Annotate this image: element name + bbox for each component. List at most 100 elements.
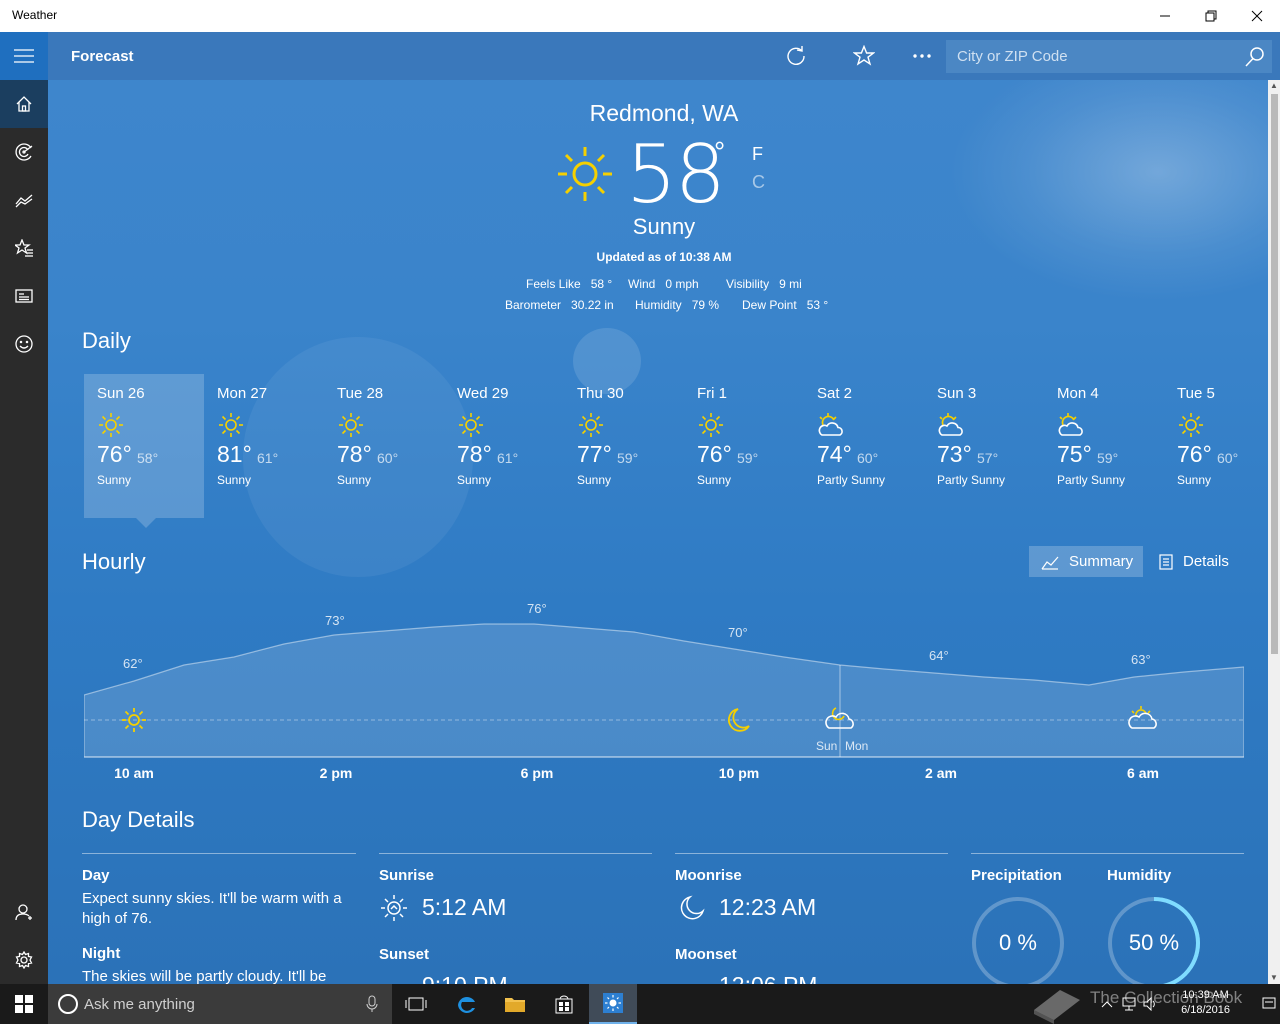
nav-account[interactable] bbox=[0, 888, 48, 936]
day-name: Wed 29 bbox=[457, 385, 509, 402]
precipitation-label: Precipitation bbox=[971, 867, 1062, 884]
close-icon bbox=[1251, 10, 1263, 22]
humidity-label: Humidity bbox=[1107, 867, 1172, 884]
nav-forecast[interactable] bbox=[0, 80, 48, 128]
sun-icon bbox=[558, 147, 612, 201]
humidity-value: 50 % bbox=[1128, 930, 1180, 955]
restore-button[interactable] bbox=[1188, 0, 1234, 32]
night-label: Night bbox=[82, 945, 121, 962]
day-condition: Sunny bbox=[1177, 473, 1212, 487]
temperature-area bbox=[84, 623, 1244, 758]
day-details-title: Day Details bbox=[82, 807, 195, 832]
action-center-button[interactable] bbox=[1258, 984, 1280, 1024]
left-navigation bbox=[0, 32, 48, 984]
close-button[interactable] bbox=[1234, 0, 1280, 32]
task-view-button[interactable] bbox=[392, 984, 440, 1024]
hamburger-menu-button[interactable] bbox=[0, 32, 48, 80]
sunset-label: Sunset bbox=[379, 946, 430, 963]
daily-card[interactable]: Fri 1 76° 59° Sunny bbox=[684, 374, 804, 518]
details-toggle[interactable]: Details bbox=[1147, 546, 1243, 577]
day-high: 77° bbox=[577, 441, 612, 467]
daily-card[interactable]: Sun 3 73° 57° Partly Sunny bbox=[924, 374, 1044, 518]
volume-button[interactable] bbox=[1140, 984, 1162, 1024]
summary-toggle[interactable]: Summary bbox=[1029, 546, 1143, 577]
day-high: 76° bbox=[97, 441, 132, 467]
nav-places[interactable] bbox=[0, 224, 48, 272]
microphone-icon[interactable] bbox=[366, 995, 378, 1013]
smiley-icon bbox=[15, 335, 33, 353]
daily-card[interactable]: Tue 28 78° 60° Sunny bbox=[324, 374, 444, 518]
nav-historical-weather[interactable] bbox=[0, 176, 48, 224]
day-high: 78° bbox=[457, 441, 492, 467]
precipitation-value: 0 % bbox=[999, 930, 1037, 955]
partly-sunny-icon bbox=[1057, 411, 1085, 444]
vertical-scrollbar[interactable]: ▲ ▼ bbox=[1268, 80, 1280, 984]
daily-card[interactable]: Sat 2 74° 60° Partly Sunny bbox=[804, 374, 924, 518]
clock-time: 10:39 AM bbox=[1182, 989, 1229, 1001]
weather-app-button[interactable] bbox=[589, 984, 637, 1024]
hourly-temp-label: 73° bbox=[325, 613, 345, 628]
minimize-button[interactable] bbox=[1142, 0, 1188, 32]
cortana-search[interactable]: Ask me anything bbox=[48, 984, 392, 1024]
search-button[interactable] bbox=[1244, 46, 1266, 73]
cortana-placeholder: Ask me anything bbox=[84, 996, 195, 1013]
folder-icon bbox=[505, 998, 525, 1012]
search-input[interactable] bbox=[946, 40, 1236, 73]
main-content: Forecast Redmond, WA 58 ° F C Sunny U bbox=[48, 32, 1280, 984]
day-high: 73° bbox=[937, 441, 972, 467]
cortana-icon bbox=[58, 994, 78, 1014]
show-hidden-icons-button[interactable] bbox=[1096, 984, 1118, 1024]
daily-card[interactable]: Sun 26 76° 58° Sunny bbox=[84, 374, 204, 528]
day-high: 76° bbox=[697, 441, 732, 467]
more-button[interactable] bbox=[910, 44, 934, 68]
edge-browser-button[interactable] bbox=[442, 984, 490, 1024]
day-low: 60° bbox=[1217, 450, 1239, 466]
sun-icon bbox=[1177, 411, 1205, 444]
start-button[interactable] bbox=[0, 984, 48, 1024]
moonrise-icon bbox=[680, 895, 705, 920]
unit-fahrenheit[interactable]: F bbox=[752, 144, 763, 165]
hourly-title: Hourly bbox=[82, 549, 146, 574]
network-icon bbox=[1122, 997, 1136, 1011]
nav-maps[interactable] bbox=[0, 128, 48, 176]
speaker-icon bbox=[1143, 997, 1155, 1011]
nav-feedback[interactable] bbox=[0, 320, 48, 368]
unit-celsius[interactable]: C bbox=[752, 172, 765, 193]
daily-card[interactable]: Mon 27 81° 61° Sunny bbox=[204, 374, 324, 518]
daily-card[interactable]: Thu 30 77° 59° Sunny bbox=[564, 374, 684, 518]
refresh-icon bbox=[787, 46, 805, 65]
nav-settings[interactable] bbox=[0, 936, 48, 984]
daily-card[interactable]: Mon 4 75° 59° Partly Sunny bbox=[1044, 374, 1164, 518]
day-name: Fri 1 bbox=[697, 385, 727, 402]
file-explorer-button[interactable] bbox=[491, 984, 539, 1024]
search-box bbox=[946, 40, 1272, 73]
system-clock[interactable]: 10:39 AM 6/18/2016 bbox=[1181, 988, 1230, 1018]
day-condition: Sunny bbox=[457, 473, 492, 487]
scrollbar-thumb[interactable] bbox=[1271, 94, 1278, 654]
daily-card[interactable]: Tue 5 76° 60° Sunny bbox=[1164, 374, 1280, 518]
search-icon bbox=[1245, 47, 1264, 67]
notification-icon bbox=[1262, 997, 1276, 1009]
day-high: 74° bbox=[817, 441, 852, 467]
favorite-button[interactable] bbox=[852, 44, 876, 68]
store-icon bbox=[555, 995, 573, 1014]
scroll-up-arrow-icon[interactable]: ▲ bbox=[1268, 80, 1280, 92]
stat-wind: Wind 0 mph bbox=[628, 277, 699, 291]
current-condition: Sunny bbox=[632, 214, 696, 239]
page-title: Forecast bbox=[71, 48, 134, 65]
hourly-temp-label: 76° bbox=[527, 601, 547, 616]
refresh-button[interactable] bbox=[784, 44, 808, 68]
scroll-down-arrow-icon[interactable]: ▼ bbox=[1268, 972, 1280, 984]
network-button[interactable] bbox=[1118, 984, 1140, 1024]
hourly-time-label: 2 am bbox=[925, 765, 957, 781]
moonrise-time: 12:23 AM bbox=[719, 894, 817, 920]
day-low: 60° bbox=[857, 450, 879, 466]
store-button[interactable] bbox=[540, 984, 588, 1024]
day-low: 60° bbox=[377, 450, 399, 466]
nav-news[interactable] bbox=[0, 272, 48, 320]
daily-card[interactable]: Wed 29 78° 61° Sunny bbox=[444, 374, 564, 518]
divider bbox=[379, 853, 652, 854]
windows-logo-icon bbox=[15, 995, 33, 1013]
day-high: 81° bbox=[217, 441, 252, 467]
hamburger-icon bbox=[14, 49, 34, 63]
